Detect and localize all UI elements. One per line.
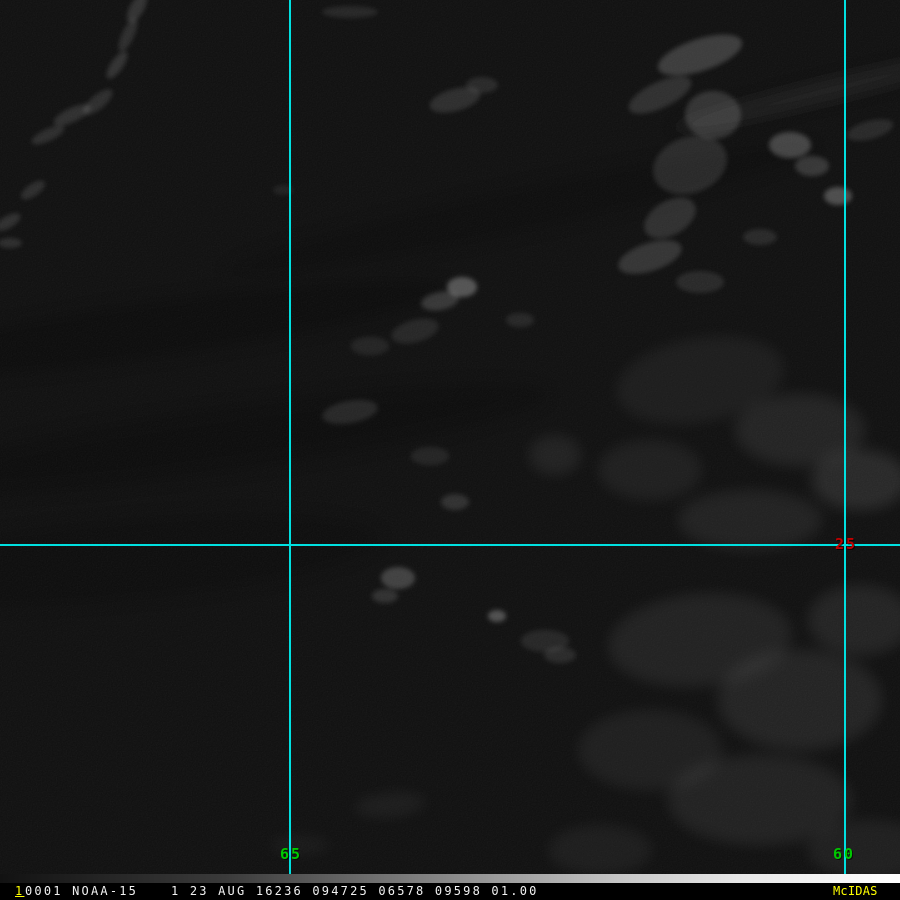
grayscale-brightness-bar <box>0 874 900 883</box>
image-info-text: 1 23 AUG 16236 094725 06578 09598 01.00 <box>171 884 539 898</box>
latitude-label: 25 <box>834 535 858 553</box>
status-bar: 1 0001 NOAA-15 1 23 AUG 16236 094725 065… <box>0 883 900 900</box>
gridline-longitude-60 <box>844 0 846 883</box>
frame-number: 1 <box>15 884 25 898</box>
mcidas-brand-label: McIDAS <box>833 884 878 898</box>
dataset-satellite-label: 0001 NOAA-15 <box>25 884 139 898</box>
satellite-image[interactable] <box>0 0 900 883</box>
longitude-label-65: 65 <box>279 845 303 863</box>
gridline-latitude-25 <box>0 544 900 546</box>
mcidas-image-window: 25 65 60 1 0001 NOAA-15 1 23 AUG 16236 0… <box>0 0 900 900</box>
gridline-longitude-65 <box>289 0 291 883</box>
longitude-label-60: 60 <box>832 845 856 863</box>
